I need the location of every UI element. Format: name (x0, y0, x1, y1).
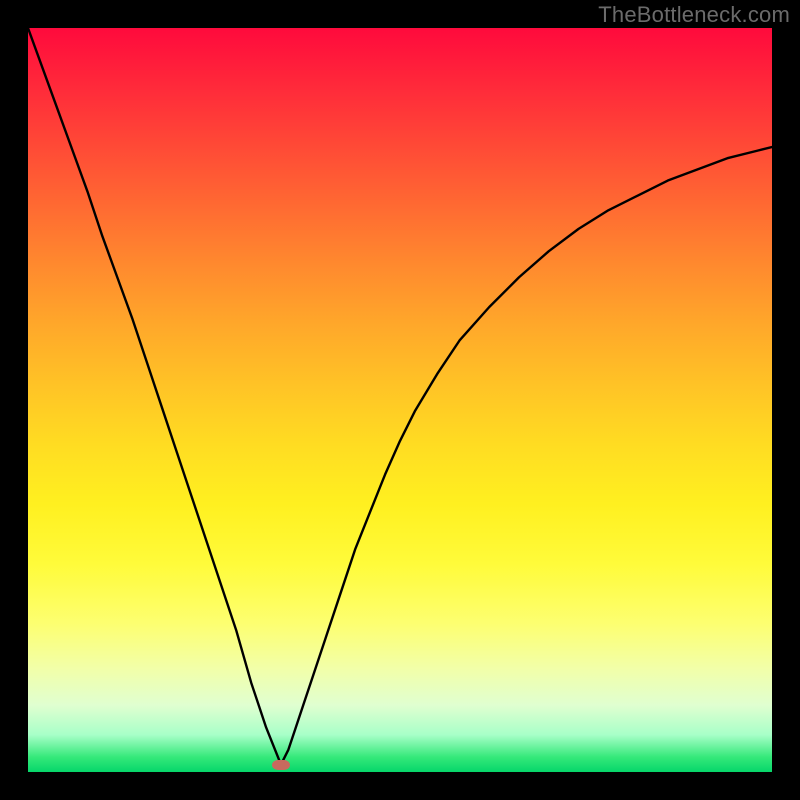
plot-area (28, 28, 772, 772)
curve-svg (28, 28, 772, 772)
chart-frame: TheBottleneck.com (0, 0, 800, 800)
minimum-marker (272, 760, 290, 770)
watermark-label: TheBottleneck.com (598, 2, 790, 28)
bottleneck-curve (28, 28, 772, 765)
